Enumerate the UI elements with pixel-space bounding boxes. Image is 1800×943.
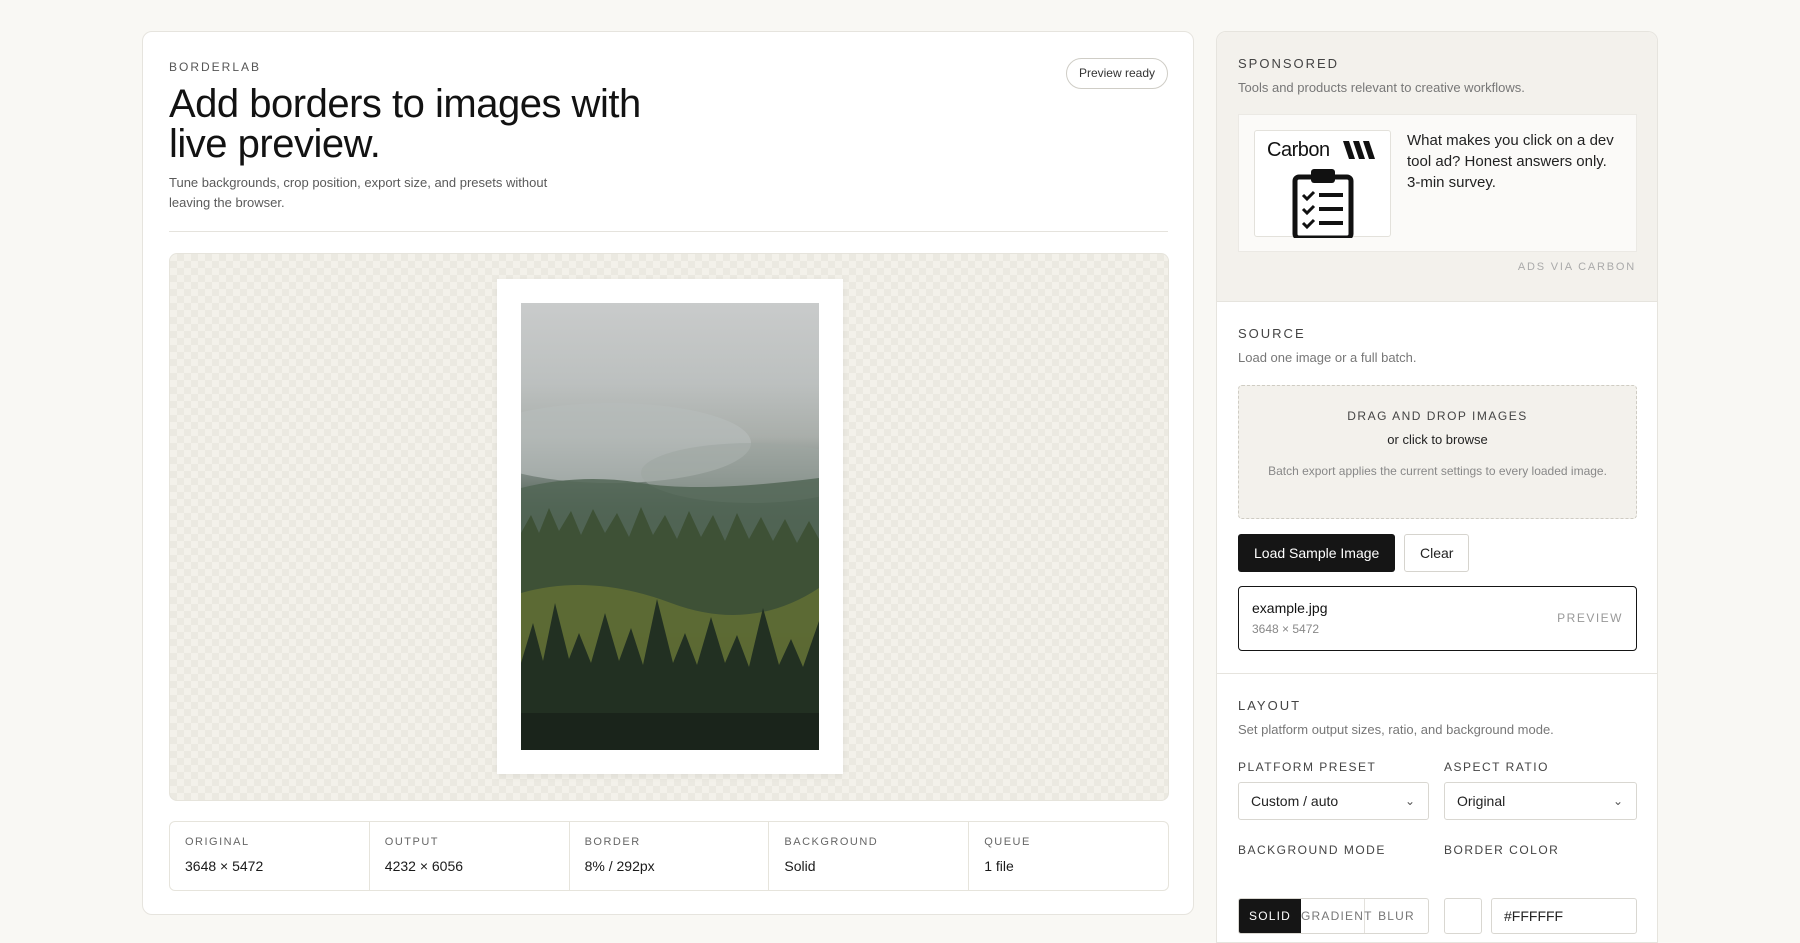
stat-value: Solid	[784, 858, 816, 874]
stat-value: 8% / 292px	[584, 858, 655, 874]
border-color-label: BORDER COLOR	[1444, 843, 1560, 857]
stat-output: OUTPUT 4232 × 6056	[370, 822, 570, 890]
image-dropzone[interactable]: DRAG AND DROP IMAGES or click to browse …	[1238, 385, 1637, 519]
border-frame	[497, 279, 843, 774]
page-subtitle: Tune backgrounds, crop position, export …	[169, 175, 548, 210]
page-title: Add borders to images with live preview.	[169, 82, 641, 166]
stat-label: ORIGINAL	[185, 836, 250, 848]
preview-canvas[interactable]	[169, 253, 1169, 801]
sponsored-description: Tools and products relevant to creative …	[1238, 80, 1525, 95]
file-list-item[interactable]: example.jpg 3648 × 5472 PREVIEW	[1238, 586, 1637, 651]
sponsored-heading: SPONSORED	[1238, 56, 1340, 71]
platform-preset-select[interactable]: Custom / auto ⌄	[1238, 782, 1429, 820]
section-divider	[1217, 673, 1657, 674]
aspect-ratio-value: Original	[1457, 793, 1506, 809]
clear-button[interactable]: Clear	[1404, 534, 1470, 572]
ad-brand: Carbon	[1267, 139, 1330, 161]
chevron-down-icon: ⌄	[1612, 794, 1623, 808]
settings-sidebar: SPONSORED Tools and products relevant to…	[1216, 31, 1658, 943]
preview-image	[521, 303, 819, 750]
preview-status-pill: Preview ready	[1065, 58, 1168, 89]
stat-value: 4232 × 6056	[384, 858, 464, 874]
dropzone-title: DRAG AND DROP IMAGES	[1347, 409, 1528, 423]
stat-value: 3648 × 5472	[185, 858, 264, 874]
stat-label: BORDER	[584, 836, 641, 848]
load-sample-button[interactable]: Load Sample Image	[1238, 534, 1396, 572]
ad-card[interactable]: Carbon What makes you click on a dev too…	[1238, 114, 1637, 252]
bg-mode-blur[interactable]: BLUR	[1365, 899, 1428, 933]
stat-original: ORIGINAL 3648 × 5472	[170, 822, 370, 890]
file-dimensions: 3648 × 5472	[1252, 622, 1320, 636]
sponsored-section: SPONSORED Tools and products relevant to…	[1217, 32, 1657, 302]
bg-mode-solid[interactable]: SOLID	[1239, 899, 1301, 933]
stat-label: OUTPUT	[384, 836, 440, 848]
stats-bar: ORIGINAL 3648 × 5472 OUTPUT 4232 × 6056 …	[169, 821, 1169, 891]
background-mode-toggle: SOLID GRADIENT BLUR	[1238, 898, 1429, 934]
dropzone-browse[interactable]: or click to browse	[1239, 432, 1636, 447]
platform-preset-label: PLATFORM PRESET	[1238, 760, 1377, 774]
stat-label: QUEUE	[984, 836, 1031, 848]
aspect-ratio-select[interactable]: Original ⌄	[1444, 782, 1637, 820]
stat-border: BORDER 8% / 292px	[570, 822, 770, 890]
border-color-input[interactable]: #FFFFFF	[1491, 898, 1637, 934]
header-divider	[169, 231, 1168, 232]
main-card: BORDERLAB Preview ready Add borders to i…	[142, 31, 1194, 915]
ads-via-link[interactable]: ADS VIA CARBON	[1518, 261, 1636, 273]
stat-label: BACKGROUND	[784, 836, 879, 848]
border-color-swatch[interactable]	[1444, 898, 1482, 934]
platform-preset-value: Custom / auto	[1251, 793, 1339, 809]
clipboard-checklist-icon	[1292, 169, 1354, 238]
source-description: Load one image or a full batch.	[1238, 350, 1417, 365]
background-mode-label: BACKGROUND MODE	[1238, 843, 1386, 857]
stat-value: 1 file	[984, 858, 1014, 874]
stat-background: BACKGROUND Solid	[769, 822, 970, 890]
file-preview-action[interactable]: PREVIEW	[1557, 611, 1623, 625]
dropzone-note: Batch export applies the current setting…	[1268, 464, 1607, 478]
carbon-logo-icon	[1343, 141, 1375, 159]
file-name: example.jpg	[1252, 600, 1328, 616]
brand-label: BORDERLAB	[169, 60, 262, 74]
layout-description: Set platform output sizes, ratio, and ba…	[1238, 722, 1554, 737]
layout-heading: LAYOUT	[1238, 698, 1302, 713]
ad-text[interactable]: What makes you click on a dev tool ad? H…	[1407, 130, 1622, 193]
bg-mode-gradient[interactable]: GRADIENT	[1301, 899, 1371, 933]
aspect-ratio-label: ASPECT RATIO	[1444, 760, 1549, 774]
source-heading: SOURCE	[1238, 326, 1306, 341]
stat-queue: QUEUE 1 file	[969, 822, 1168, 890]
chevron-down-icon: ⌄	[1404, 794, 1415, 808]
ad-image[interactable]: Carbon	[1254, 130, 1391, 238]
